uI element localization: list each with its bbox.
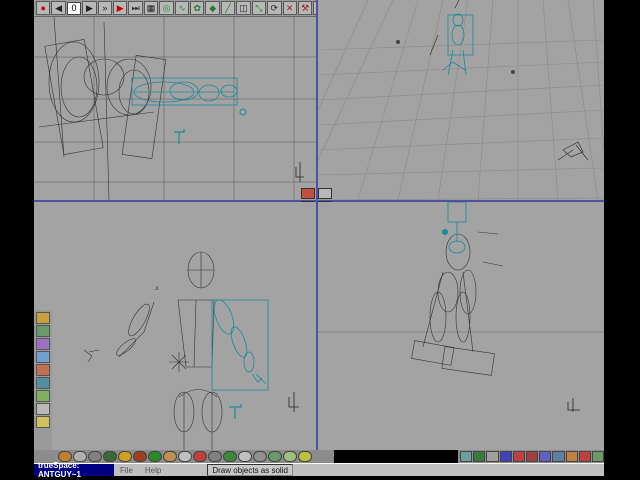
paint-icon[interactable]	[36, 325, 50, 337]
app-window: ● ◀ 0 ▶ » ▶ ⏭ ▦ ◎ ∿ ✿ ◆ ╱ ◫ ⤡ ⟳ ✕ ⚒ ✂ ⚙ …	[0, 0, 640, 480]
path-icon[interactable]: ∿	[174, 1, 190, 15]
play-scene-icon[interactable]	[578, 451, 591, 462]
viewport-side[interactable]	[318, 202, 604, 450]
perspective-icon[interactable]	[486, 451, 499, 462]
menu-help[interactable]: Help	[139, 466, 167, 475]
fit-icon[interactable]	[525, 451, 539, 462]
deform-tool-icon[interactable]	[298, 451, 312, 462]
copy-icon[interactable]	[591, 451, 605, 462]
object-icon[interactable]: ◎	[159, 1, 174, 15]
spline-icon[interactable]	[223, 451, 237, 462]
torus-icon[interactable]	[118, 451, 132, 462]
polygon-icon[interactable]	[163, 451, 177, 462]
viewport-perspective[interactable]	[318, 0, 604, 200]
app-title: trueSpace: ANTGUY~1	[34, 461, 114, 479]
camera-icon[interactable]	[178, 451, 192, 462]
redo-icon[interactable]	[552, 451, 565, 462]
undo-icon[interactable]	[539, 451, 552, 462]
last-frame-icon[interactable]: ⏭	[128, 1, 143, 15]
environment-icon[interactable]	[36, 351, 50, 363]
object-view-icon[interactable]	[473, 451, 486, 462]
viewport-top[interactable]	[34, 17, 316, 200]
viewport-perspective-scene	[318, 0, 604, 200]
color-icon[interactable]	[36, 364, 50, 376]
status-bar: trueSpace: ANTGUY~1 File Help Draw objec…	[34, 461, 604, 479]
texture-icon[interactable]	[36, 390, 50, 402]
play-icon[interactable]: ▶	[82, 1, 97, 15]
viewport-front[interactable]: .x	[34, 202, 316, 450]
erase-icon[interactable]	[565, 451, 578, 462]
keyframe-icon[interactable]: ▦	[143, 1, 159, 15]
scale-icon[interactable]: ⤡	[251, 1, 267, 15]
record-icon[interactable]: ●	[36, 1, 51, 15]
draw-icon[interactable]	[208, 451, 222, 462]
link-icon[interactable]: ⚒	[297, 1, 313, 15]
spotlight-icon[interactable]	[193, 451, 207, 462]
folder-icon[interactable]	[36, 416, 50, 428]
viewport-view-icon[interactable]	[318, 188, 332, 199]
status-message: Draw objects as solid	[207, 464, 293, 476]
viewport-side-scene	[318, 202, 604, 412]
view-toolbar	[458, 450, 605, 463]
render-icon[interactable]: ◆	[205, 1, 220, 15]
clip-icon[interactable]: ◫	[236, 1, 251, 15]
terrain-icon[interactable]	[268, 451, 282, 462]
menu-file[interactable]: File	[114, 466, 139, 475]
rotate-icon[interactable]: ⟳	[267, 1, 282, 15]
deform-icon[interactable]: ╱	[220, 1, 236, 15]
svg-text:.x: .x	[154, 286, 159, 292]
material-icon[interactable]	[36, 312, 50, 324]
move-icon[interactable]: ✕	[282, 1, 297, 15]
grid-icon[interactable]	[499, 451, 512, 462]
eye-icon[interactable]	[460, 451, 473, 462]
sweep-icon[interactable]	[253, 451, 267, 462]
viewport-front-scene: .x	[83, 251, 299, 450]
boolean-icon[interactable]	[283, 451, 297, 462]
rewind-icon[interactable]: ◀	[51, 1, 66, 15]
lathe-icon[interactable]	[238, 451, 252, 462]
library-icon[interactable]	[36, 403, 50, 415]
left-toolbar	[34, 310, 52, 452]
fast-forward-icon[interactable]: »	[97, 1, 113, 15]
light-icon[interactable]	[36, 338, 50, 350]
frame-number-input[interactable]: 0	[66, 1, 82, 15]
plane-icon[interactable]	[133, 451, 147, 462]
viewport-top-scene	[34, 17, 316, 200]
shader-icon[interactable]	[36, 377, 50, 389]
viewport-maximize-icon[interactable]	[301, 188, 315, 199]
text-icon[interactable]	[148, 451, 162, 462]
zoom-icon[interactable]	[512, 451, 525, 462]
end-icon[interactable]: ▶	[113, 1, 128, 15]
animation-icon[interactable]: ✿	[190, 1, 205, 15]
